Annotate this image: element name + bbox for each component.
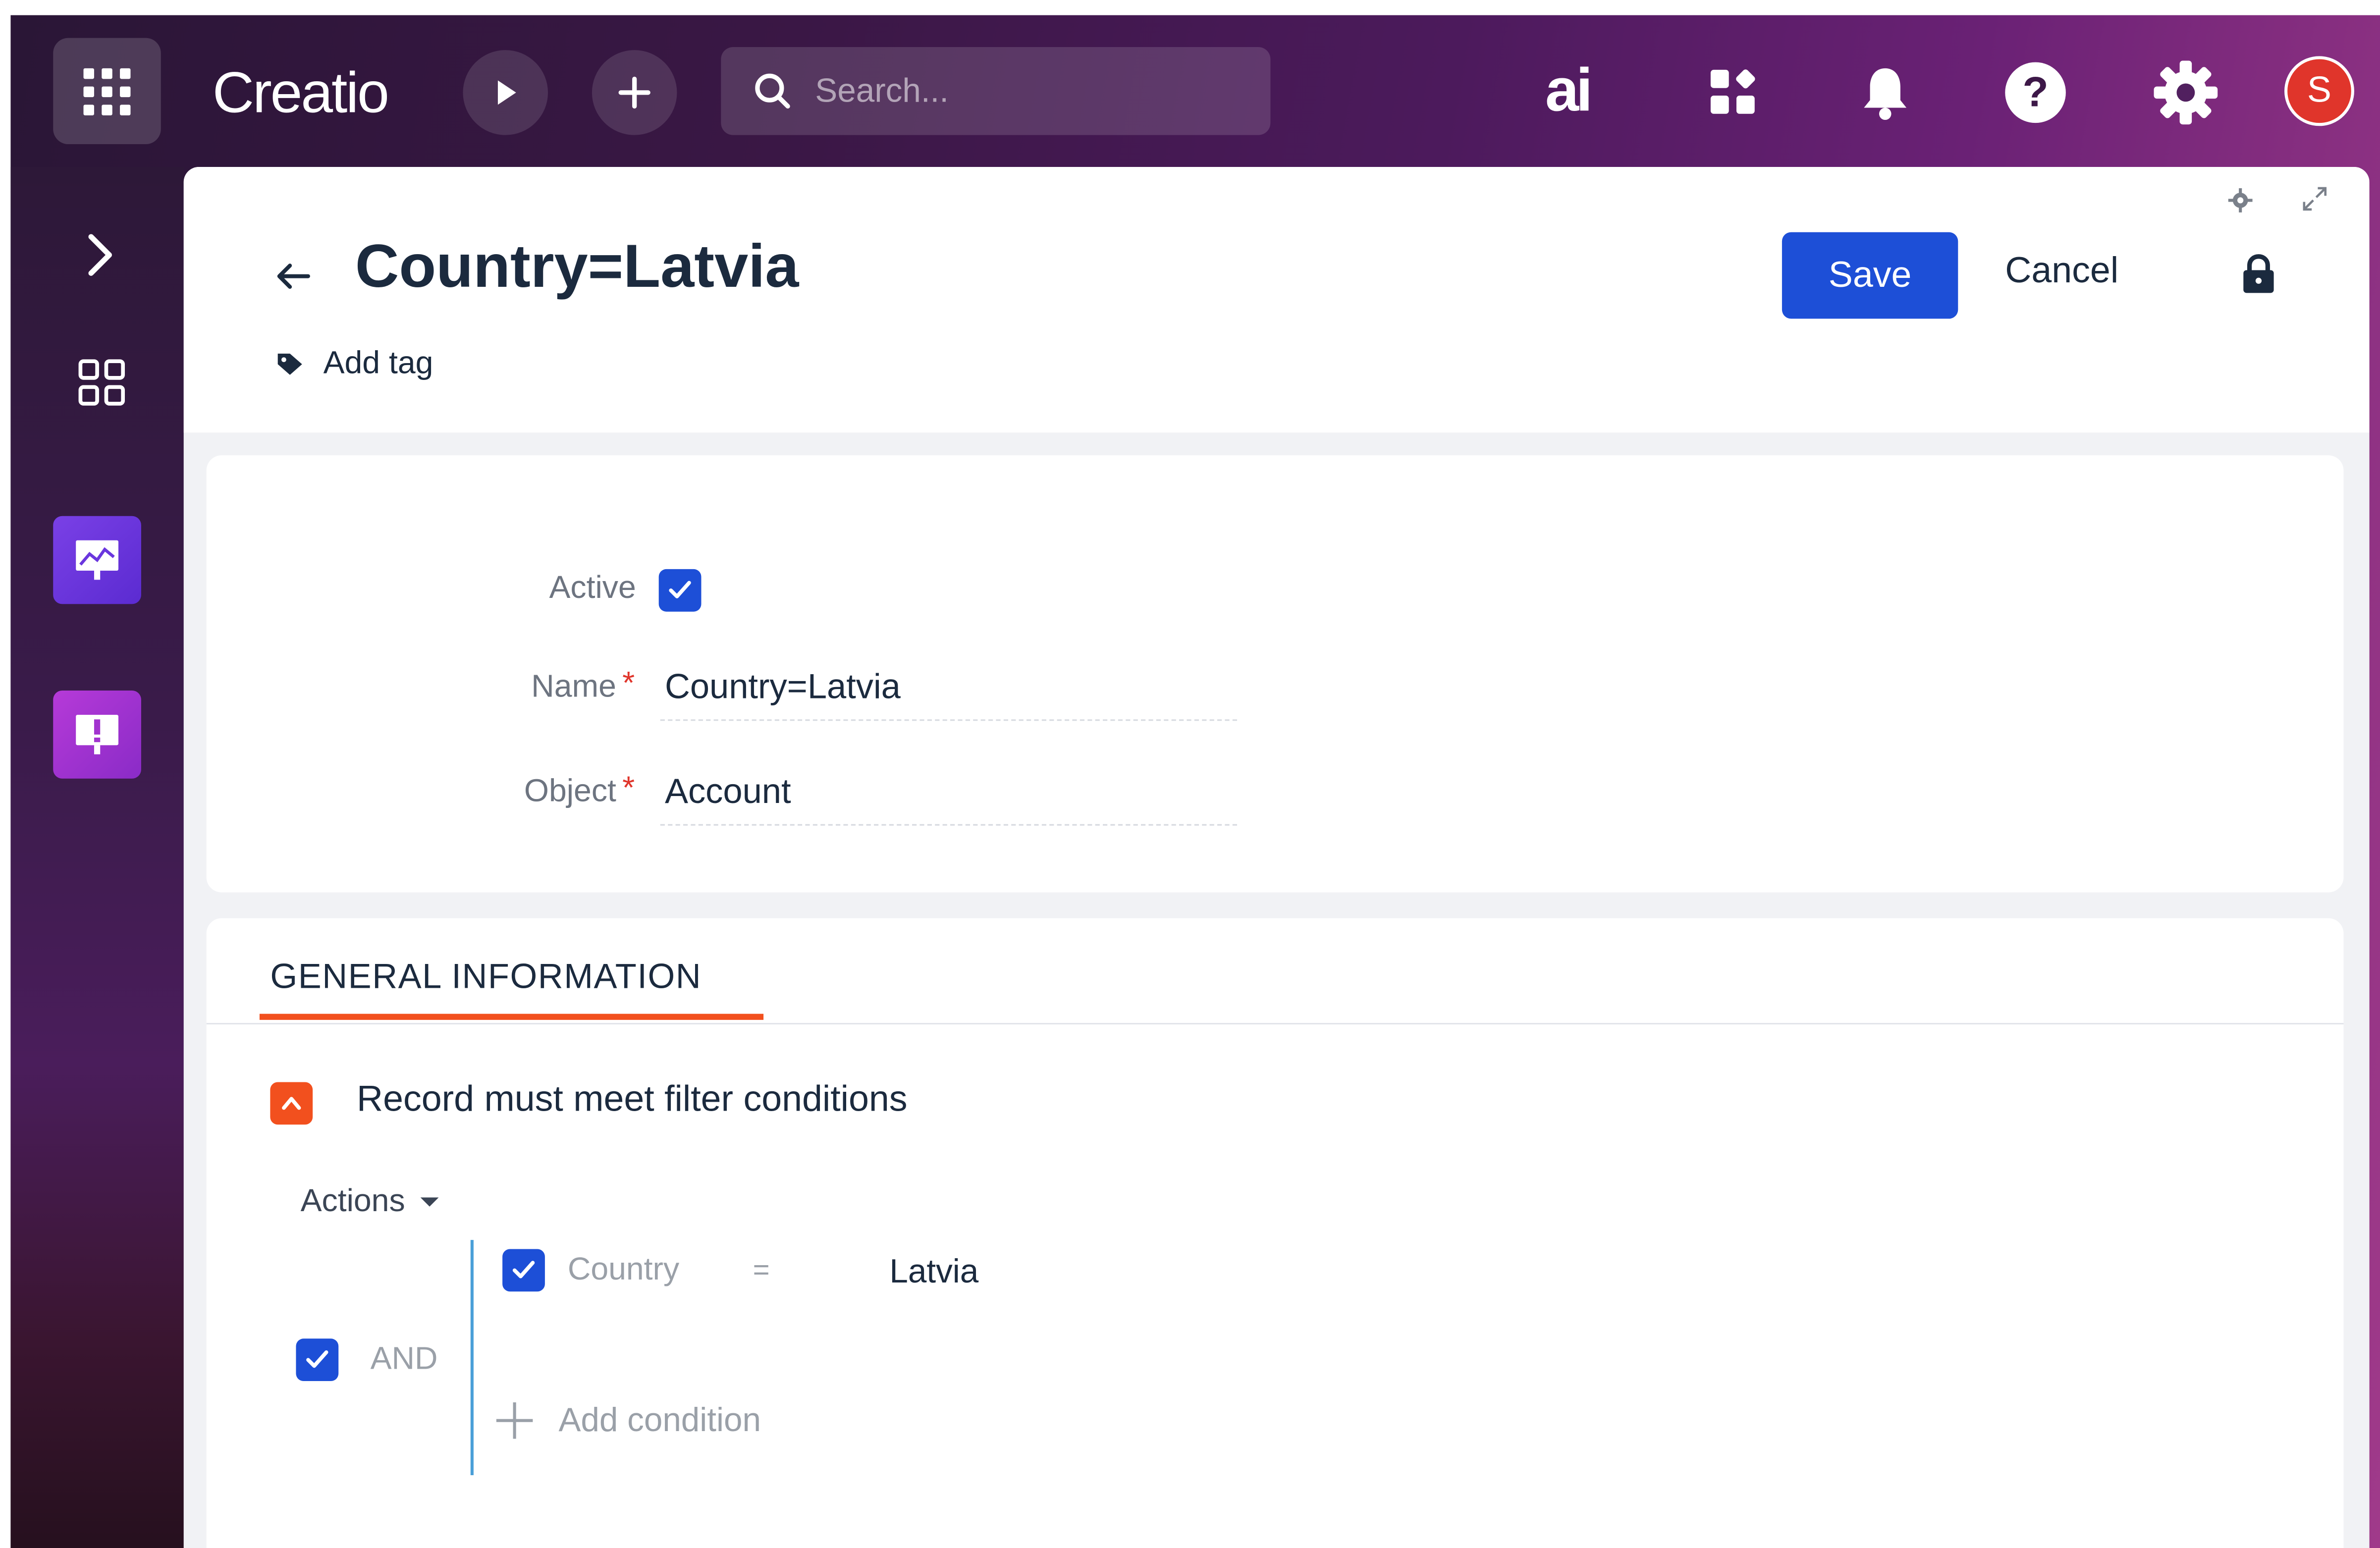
notifications-button[interactable]	[1858, 64, 1912, 121]
chevron-right-icon[interactable]	[79, 228, 121, 282]
tab-divider	[206, 1023, 2344, 1025]
active-tab-indicator	[259, 1014, 764, 1020]
checkmark-icon	[306, 1350, 328, 1368]
creatio-logo[interactable]: Creatio	[213, 57, 389, 130]
name-label: Name	[531, 669, 616, 704]
search-input[interactable]: Search...	[721, 47, 1271, 135]
condition-field[interactable]: Country	[568, 1252, 679, 1289]
plus-icon	[618, 76, 650, 109]
filter-group-bracket	[470, 1240, 474, 1476]
apps-menu-button[interactable]	[53, 38, 161, 145]
caret-down-icon	[420, 1197, 439, 1207]
add-condition-label: Add condition	[558, 1400, 761, 1439]
user-avatar[interactable]: S	[2284, 56, 2354, 126]
filter-group-title: Record must meet filter conditions	[356, 1079, 908, 1121]
help-icon: ?	[2005, 62, 2066, 123]
widgets-icon	[1710, 69, 1755, 114]
ai-assistant-button[interactable]: ai	[1545, 57, 1593, 126]
main-fields-card: Active Name * Country=Latvia Object * Ac…	[206, 455, 2344, 893]
settings-button[interactable]	[2152, 59, 2219, 126]
add-tag-label: Add tag	[323, 346, 433, 381]
lock-icon[interactable]	[2240, 254, 2277, 296]
create-button[interactable]	[592, 50, 677, 135]
app-hub-button[interactable]	[1708, 67, 1759, 118]
expand-icon[interactable]	[2301, 185, 2328, 213]
object-field[interactable]: Account	[665, 771, 791, 812]
tag-icon	[277, 353, 302, 375]
search-icon	[755, 73, 790, 109]
record-page: Country=Latvia Add tag Save Cancel Activ…	[183, 167, 2370, 1548]
sidebar-app-alerts[interactable]	[53, 691, 141, 779]
page-title: Country=Latvia	[355, 233, 799, 301]
object-field-underline	[660, 824, 1237, 826]
svg-text:?: ?	[2022, 68, 2048, 115]
add-condition-button[interactable]: Add condition	[495, 1401, 761, 1441]
run-process-button[interactable]	[463, 50, 548, 135]
collapse-group-button[interactable]	[270, 1082, 313, 1125]
record-header: Country=Latvia Add tag Save Cancel	[183, 167, 2370, 433]
add-tag-button[interactable]: Add tag	[275, 346, 433, 383]
bell-icon	[1864, 68, 1907, 120]
checkmark-icon	[669, 581, 691, 598]
name-field-underline	[660, 719, 1237, 721]
save-button[interactable]: Save	[1782, 232, 1958, 319]
condition-enabled-checkbox[interactable]	[502, 1249, 545, 1292]
tab-general-information[interactable]: GENERAL INFORMATION	[270, 956, 702, 997]
condition-operator[interactable]: =	[753, 1255, 770, 1288]
gear-icon	[2154, 60, 2218, 125]
checkmark-icon	[512, 1261, 535, 1279]
actions-label: Actions	[300, 1183, 405, 1219]
logical-operator-toggle[interactable]: AND	[371, 1341, 438, 1378]
play-icon	[497, 80, 516, 105]
object-label: Object	[524, 774, 616, 809]
back-arrow-icon[interactable]	[271, 255, 314, 298]
workplace-grid-icon[interactable]	[76, 357, 127, 408]
plus-icon	[496, 1402, 533, 1439]
required-marker: *	[622, 666, 635, 701]
page-settings-icon[interactable]	[2228, 188, 2253, 213]
name-field[interactable]: Country=Latvia	[665, 666, 901, 707]
chevron-up-icon	[282, 1097, 301, 1110]
search-placeholder: Search...	[815, 71, 949, 109]
sidebar-app-dashboards[interactable]	[53, 516, 141, 604]
active-checkbox[interactable]	[658, 569, 702, 612]
condition-value[interactable]: Latvia	[889, 1252, 978, 1292]
frame-top	[0, 0, 2380, 15]
frame-left	[0, 0, 11, 1548]
active-label: Active	[549, 570, 636, 606]
help-button[interactable]: ?	[2003, 61, 2067, 125]
actions-dropdown[interactable]: Actions	[300, 1183, 439, 1221]
required-marker: *	[622, 771, 635, 806]
cancel-button[interactable]: Cancel	[2005, 251, 2118, 293]
apps-grid-icon	[83, 67, 131, 115]
alert-board-icon	[76, 715, 118, 754]
general-information-card: GENERAL INFORMATION Record must meet fil…	[206, 918, 2344, 1548]
group-enabled-checkbox[interactable]	[296, 1338, 339, 1382]
presentation-chart-icon	[76, 540, 118, 580]
